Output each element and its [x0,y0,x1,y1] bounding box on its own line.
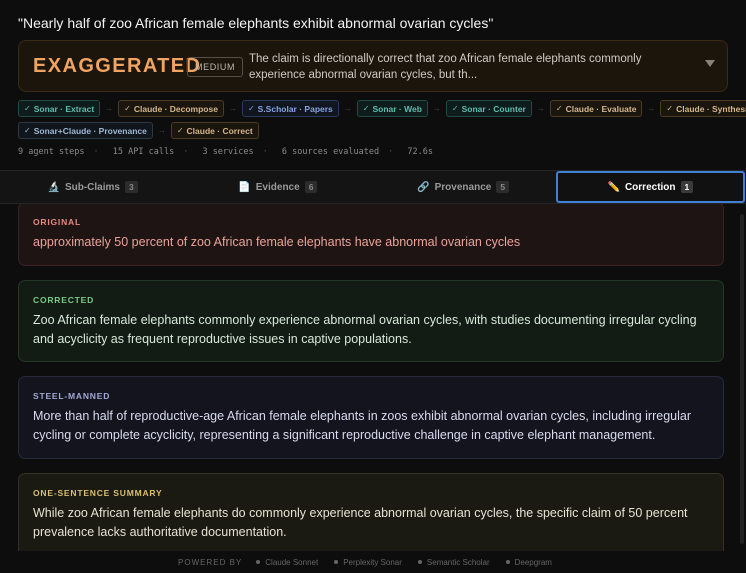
verdict-card[interactable]: EXAGGERATED MEDIUM The claim is directio… [18,40,728,92]
bullet-icon [505,560,510,564]
pipeline-step: ✓ Sonar+Claude · Provenance [18,122,153,139]
arrow-right-icon: → [343,104,352,113]
pipeline-step: ✓ Claude · Decompose [118,100,224,117]
pipeline-step: ✓ Claude · Evaluate [549,100,643,117]
tab-correction[interactable]: ✏️ Correction 1 [555,171,745,203]
powered-by-label: POWERED BY [178,557,243,567]
card-header: ORIGINAL [33,217,81,227]
bullet-icon [417,560,422,564]
summary-card: ONE-SENTENCE SUMMARY While zoo African f… [18,473,724,551]
verdict-summary: The claim is directionally correct that … [249,53,642,81]
corrected-claim-card: CORRECTED Zoo African female elephants c… [18,280,724,362]
severity-badge: MEDIUM [187,57,244,77]
tab-evidence[interactable]: 📄 Evidence 6 [185,171,370,203]
stat-services: 3 services [202,147,254,157]
pipeline-step: ✓Claude · Synthesize [660,100,746,117]
bullet-icon [256,560,261,564]
arrow-right-icon: → [157,126,166,135]
document-icon: 📄 [238,181,251,193]
link-icon: 🔗 [417,181,430,193]
arrow-right-icon: → [105,104,114,113]
arrow-right-icon: → [536,104,545,113]
tab-label: Evidence [255,181,300,193]
original-claim-text: approximately 50 percent of zoo African … [33,235,521,249]
original-claim-card: ORIGINAL approximately 50 percent of zoo… [18,204,724,266]
agent-pipeline: ✓ Sonar · Extract → ✓ Claude · Decompose →… [18,100,746,144]
tab-count: 5 [496,181,510,193]
check-icon: ✓ [24,104,31,113]
tab-provenance[interactable]: 🔗 Provenance 5 [371,171,556,203]
arrow-right-icon: → [647,104,656,113]
tab-label: Sub-Claims [64,181,120,193]
pipeline-row: ✓ Sonar+Claude · Provenance → ✓ Claude · C… [18,122,730,139]
check-icon: ✓ [666,104,674,113]
stat-steps: 9 agent steps [18,147,85,157]
tab-label: Correction [624,181,676,193]
check-icon: ✓ [247,104,255,113]
stat-sources: 6 sources evaluated [281,147,380,157]
check-icon: ✓ [176,126,184,135]
service-credit: Perplexity Sonar [334,558,402,567]
tab-label: Provenance [434,181,492,193]
steel-manned-card: STEEL-MANNED More than half of reproduct… [18,376,724,459]
card-header: CORRECTED [33,295,95,305]
claim-title: "Nearly half of zoo African female eleph… [18,15,494,31]
check-icon: ✓ [124,104,131,113]
check-icon: ✓ [555,104,563,113]
result-tabs: 🔬 Sub-Claims 3 📄 Evidence 6 🔗 Provenance… [0,170,746,204]
pipeline-step: ✓ Sonar · Web [356,100,428,117]
pipeline-row: ✓ Sonar · Extract → ✓ Claude · Decompose →… [18,100,746,117]
bullet-icon [334,560,339,564]
stat-api-calls: 15 API calls [112,147,175,157]
card-header: STEEL-MANNED [33,391,111,401]
service-credit: Claude Sonnet [256,558,318,567]
footer: POWERED BY Claude Sonnet Perplexity Sona… [0,551,746,573]
pipeline-step: ✓ Claude · Correct [170,122,259,139]
arrow-right-icon: → [228,104,237,113]
tab-count: 3 [124,181,138,193]
check-icon: ✓ [451,104,459,113]
steel-manned-text: More than half of reproductive-age Afric… [33,409,691,442]
tab-sub-claims[interactable]: 🔬 Sub-Claims 3 [0,171,185,203]
service-credit: Deepgram [505,558,552,567]
check-icon: ✓ [24,126,31,135]
check-icon: ✓ [362,104,370,113]
tab-count: 6 [304,181,318,193]
tab-count: 1 [680,181,694,193]
arrow-right-icon: → [432,104,441,113]
chevron-down-icon[interactable] [705,60,715,67]
summary-text: While zoo African female elephants do co… [33,506,688,539]
card-header: ONE-SENTENCE SUMMARY [33,488,163,498]
scrollbar[interactable] [740,214,744,544]
pencil-icon: ✏️ [607,181,620,193]
pipeline-step: ✓ Sonar · Counter [445,100,532,117]
service-credit: Semantic Scholar [417,558,490,567]
verdict-label: EXAGGERATED [33,55,202,77]
microscope-icon: 🔬 [47,181,60,193]
stat-duration: 72.6s [407,147,433,157]
correction-panel[interactable]: ORIGINAL approximately 50 percent of zoo… [0,204,746,551]
run-stats: 9 agent steps · 15 API calls · 3 services ·… [18,147,433,157]
pipeline-step: ✓ S.Scholar · Papers [241,100,339,117]
corrected-claim-text: Zoo African female elephants commonly ex… [33,313,697,346]
pipeline-step: ✓ Sonar · Extract [18,100,101,117]
